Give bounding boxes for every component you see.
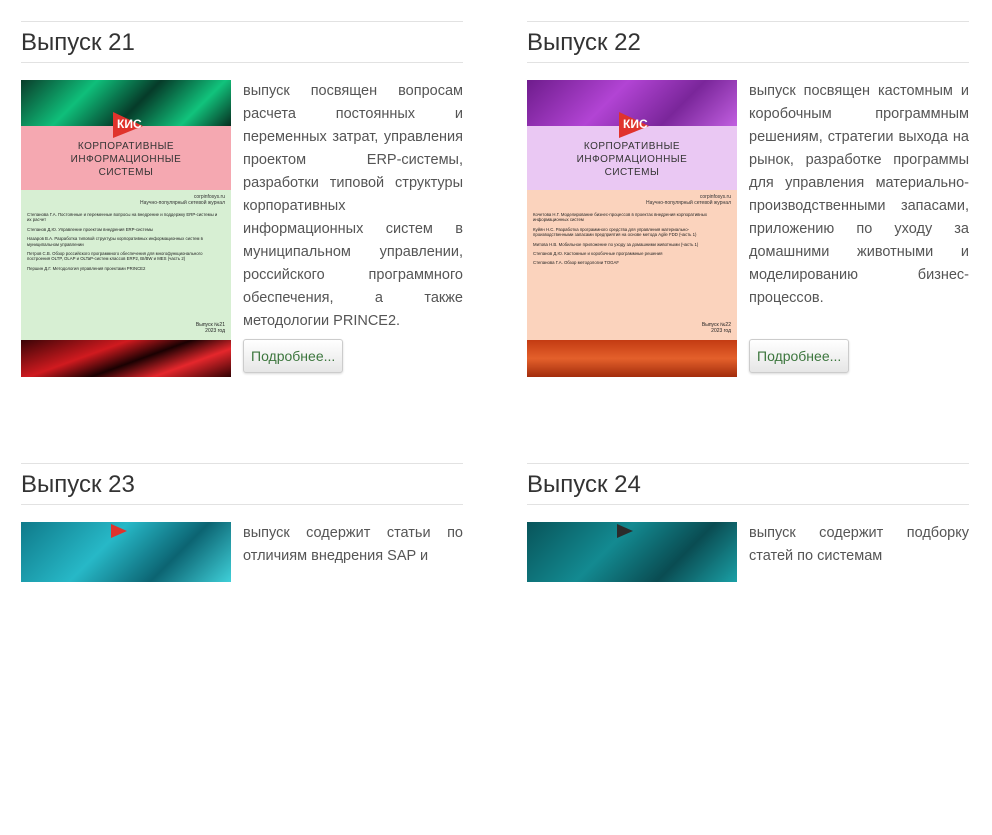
cover-article: Першин Д.Г. Методология управления проек…	[27, 265, 146, 271]
divider	[21, 463, 463, 464]
cover-tagline: Научно-популярный сетевой журнал	[646, 200, 731, 206]
cover-tagline: Научно-популярный сетевой журнал	[140, 200, 225, 206]
cover-article: Назаров В.А. Разработка типовой структур…	[27, 236, 203, 247]
issue-card-24: Выпуск 24 выпуск содержит подборку стате…	[527, 463, 969, 835]
issue-description: выпуск содержит подборку статей по систе…	[749, 525, 969, 564]
divider	[21, 21, 463, 22]
cover-title-line: ИНФОРМАЦИОННЫЕ	[576, 154, 688, 165]
issue-cover-image[interactable]	[21, 522, 231, 819]
issue-description: выпуск посвящен кастомным и коробочным п…	[749, 83, 969, 306]
cover-article: Митова Н.В. Мобильное приложение по уход…	[533, 241, 699, 247]
issue-card-21: Выпуск 21 КИС КОРПОРАТИВНЫЕ ИНФОРМАЦИОНН…	[21, 21, 463, 393]
issue-title: Выпуск 22	[527, 29, 641, 56]
cover-title-line: КОРПОРАТИВНЫЕ	[583, 141, 681, 152]
divider	[527, 463, 969, 464]
cover-article: Степанов Д.Ю. Управление проектом внедре…	[27, 226, 154, 232]
cover-article: Степанов Д.Ю. Кастомные и коробочные про…	[533, 251, 663, 257]
cover-article: Петров С.В. Обзор российского программно…	[27, 251, 203, 262]
cover-title-line: СИСТЕМЫ	[604, 167, 660, 178]
issue-card-23: Выпуск 23 выпуск содержит статьи по отли…	[21, 463, 463, 835]
cover-article: Куйян Н.С. Разработка программного средс…	[533, 226, 697, 238]
issue-cover-image[interactable]	[527, 522, 737, 819]
cover-title-line: СИСТЕМЫ	[98, 167, 154, 178]
cover-article: Степанова Г.А. Постоянные и переменные в…	[27, 212, 218, 223]
cover-title-line: ИНФОРМАЦИОННЫЕ	[70, 154, 182, 165]
cover-year: 2023 год	[711, 328, 731, 334]
cover-year: 2023 год	[205, 328, 225, 334]
more-button[interactable]: Подробнее...	[749, 339, 850, 373]
cover-article: Кочетова Н.Г. Моделирование бизнес-проце…	[533, 212, 707, 223]
issue-title: Выпуск 21	[21, 29, 135, 56]
issue-title: Выпуск 23	[21, 471, 135, 498]
cover-article: Степанова Г.А. Обзор методологии TOGAF	[533, 260, 620, 266]
issue-title: Выпуск 24	[527, 471, 641, 498]
kis-logo-icon	[111, 524, 127, 538]
divider	[527, 21, 969, 22]
kis-logo-text: КИС	[623, 117, 648, 131]
cover-title-line: КОРПОРАТИВНЫЕ	[77, 141, 175, 152]
kis-logo-icon	[617, 524, 633, 538]
issue-card-22: Выпуск 22 КИС КОРПОРАТИВНЫЕ ИНФОРМАЦИОНН…	[527, 21, 969, 393]
issue-cover-image[interactable]: КИС КОРПОРАТИВНЫЕ ИНФОРМАЦИОННЫЕ СИСТЕМЫ…	[527, 80, 737, 377]
more-button[interactable]: Подробнее...	[243, 339, 344, 373]
issue-description: выпуск посвящен вопросам расчета постоян…	[243, 83, 463, 329]
issue-cover-image[interactable]: КИС КОРПОРАТИВНЫЕ ИНФОРМАЦИОННЫЕ СИСТЕМЫ…	[21, 80, 231, 377]
issue-description: выпуск содержит статьи по отличиям внедр…	[243, 525, 463, 564]
kis-logo-text: КИС	[117, 117, 142, 131]
